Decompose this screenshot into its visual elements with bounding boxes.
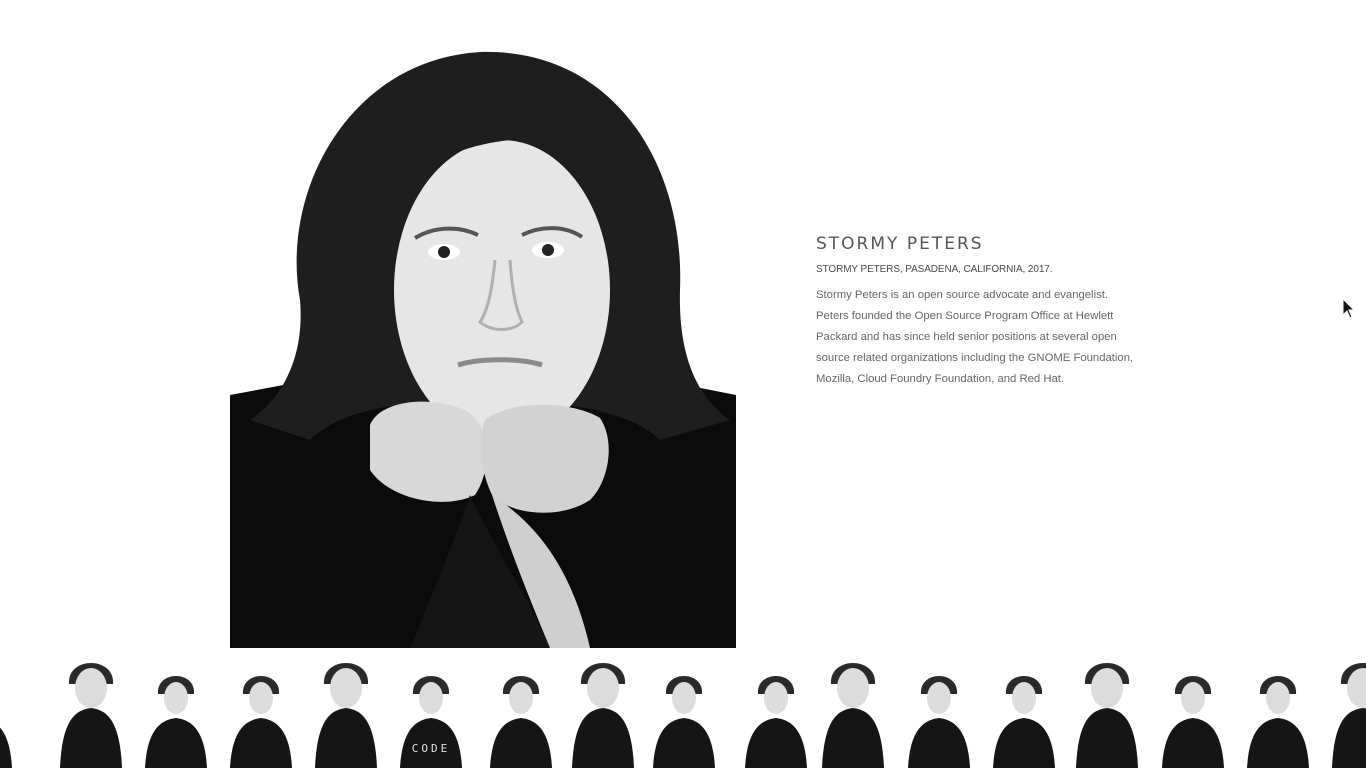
portrait-thumbnail[interactable] [1152,660,1234,768]
portrait-thumbnail[interactable] [898,660,980,768]
portrait-thumbnail[interactable] [983,660,1065,768]
portrait-thumbnail[interactable] [1322,660,1366,768]
portrait-thumbnail[interactable] [812,660,894,768]
portrait-thumbnail[interactable] [643,660,725,768]
portrait-thumbnail[interactable] [480,660,562,768]
portrait-thumbnail[interactable] [735,660,817,768]
portrait-thumbnail[interactable] [562,660,644,768]
profile-name: STORMY PETERS [816,234,984,254]
profile-info: STORMY PETERS STORMY PETERS, PASADENA, C… [816,234,1136,390]
portrait-thumbnail[interactable]: CODE [390,660,472,768]
portrait-thumbnail[interactable] [305,660,387,768]
portrait-thumbnail[interactable] [135,660,217,768]
portrait-thumbnail[interactable] [1237,660,1319,768]
thumbnail-strip: CODE [0,660,1366,768]
portrait-thumbnail[interactable] [50,660,132,768]
main-portrait-photo [230,40,736,648]
portrait-thumbnail[interactable] [0,660,22,768]
mouse-cursor-icon [1342,297,1356,320]
portrait-thumbnail[interactable] [220,660,302,768]
profile-bio: Stormy Peters is an open source advocate… [816,289,1134,385]
shirt-text-label: CODE [411,742,451,755]
photo-caption: STORMY PETERS, PASADENA, CALIFORNIA, 201… [816,264,1053,275]
portrait-thumbnail[interactable] [1066,660,1148,768]
